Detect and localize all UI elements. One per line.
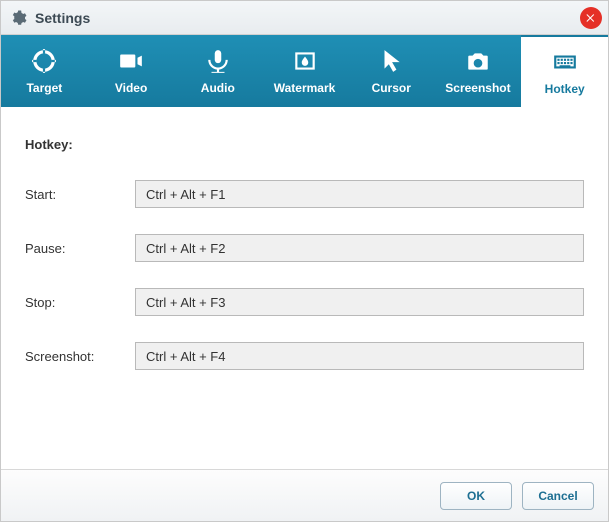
tabbar: Target Video Audio Watermark Cursor [1,35,608,107]
tab-video[interactable]: Video [88,35,175,107]
screenshot-label: Screenshot: [25,349,135,364]
video-icon [118,47,144,75]
ok-button[interactable]: OK [440,482,512,510]
hotkey-row-screenshot: Screenshot: [25,342,584,370]
tab-label: Video [115,81,147,95]
tab-target[interactable]: Target [1,35,88,107]
cursor-icon [378,47,404,75]
tab-label: Audio [201,81,235,95]
tab-cursor[interactable]: Cursor [348,35,435,107]
keyboard-icon [552,48,578,76]
close-button[interactable] [580,7,602,29]
section-title: Hotkey: [25,137,584,152]
tab-label: Screenshot [445,81,510,95]
hotkey-row-pause: Pause: [25,234,584,262]
stop-label: Stop: [25,295,135,310]
start-hotkey-input[interactable] [135,180,584,208]
microphone-icon [205,47,231,75]
footer: OK Cancel [1,469,608,521]
gear-icon [9,9,27,27]
tab-watermark[interactable]: Watermark [261,35,348,107]
start-label: Start: [25,187,135,202]
screenshot-hotkey-input[interactable] [135,342,584,370]
hotkey-row-stop: Stop: [25,288,584,316]
tab-label: Cursor [372,81,411,95]
target-icon [31,47,57,75]
tab-label: Hotkey [545,82,585,96]
tab-screenshot[interactable]: Screenshot [435,35,522,107]
tab-label: Target [26,81,62,95]
stop-hotkey-input[interactable] [135,288,584,316]
window-title: Settings [35,10,90,26]
cancel-button[interactable]: Cancel [522,482,594,510]
hotkey-row-start: Start: [25,180,584,208]
tab-hotkey[interactable]: Hotkey [521,35,608,107]
pause-label: Pause: [25,241,135,256]
watermark-icon [292,47,318,75]
tab-label: Watermark [274,81,336,95]
pause-hotkey-input[interactable] [135,234,584,262]
titlebar: Settings [1,1,608,35]
content-panel: Hotkey: Start: Pause: Stop: Screenshot: [1,107,608,469]
settings-window: Settings Target Video Audio [0,0,609,522]
camera-icon [465,47,491,75]
tab-audio[interactable]: Audio [174,35,261,107]
close-icon [585,12,597,24]
